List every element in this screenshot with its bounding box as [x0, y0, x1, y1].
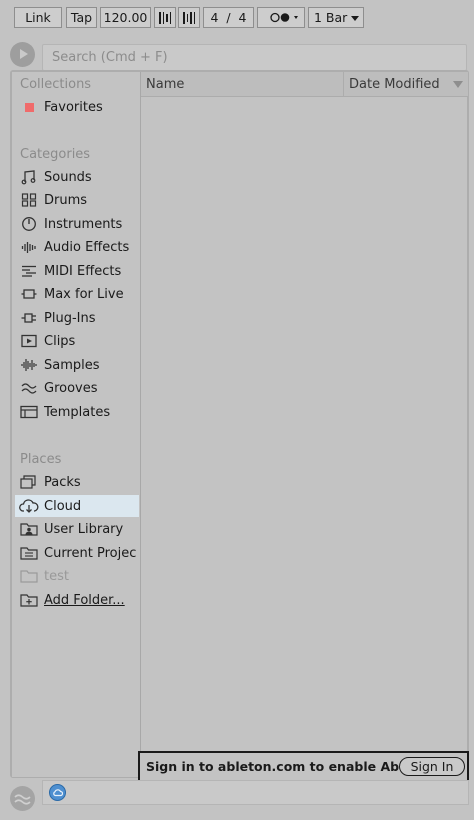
sign-in-message: Sign in to ableton.com to enable Ablet..… [146, 759, 433, 774]
packs-icon [19, 473, 39, 491]
column-header-date-modified[interactable]: Date Modified [344, 72, 468, 97]
section-header-collections: Collections [20, 77, 92, 92]
metronome-button[interactable] [257, 7, 305, 28]
sidebar-item-label: MIDI Effects [44, 263, 122, 279]
nudge-down-button[interactable] [154, 7, 176, 28]
knob-icon [19, 215, 39, 233]
drum-grid-icon [19, 191, 39, 209]
groove-wave-icon [14, 793, 31, 805]
sidebar-item-label: Samples [44, 357, 100, 373]
sidebar-item-plug-ins[interactable]: Plug-Ins [15, 307, 139, 329]
quantization-dropdown[interactable]: 1 Bar [308, 7, 364, 28]
sidebar-item-favorites[interactable]: Favorites [15, 96, 139, 118]
groove-pool-button[interactable] [10, 786, 35, 811]
audio-bars-icon [19, 238, 39, 256]
tempo-field[interactable]: 120.00 [100, 7, 151, 28]
plug-icon [19, 309, 39, 327]
nudge-up-button[interactable] [178, 7, 200, 28]
sidebar-item-user-library[interactable]: User Library [15, 518, 139, 540]
metronome-icon [270, 12, 298, 23]
sidebar-item-label: Max for Live [44, 286, 124, 302]
sidebar-item-label: Drums [44, 192, 88, 208]
note-icon [19, 168, 39, 186]
sidebar-item-label: Clips [44, 333, 76, 349]
transport-bar: Link Tap 120.00 4 / 4 1 Bar [0, 0, 474, 37]
sidebar-item-label: Add Folder... [44, 592, 125, 608]
midi-lines-icon [19, 262, 39, 280]
sidebar-item-samples[interactable]: Samples [15, 354, 139, 376]
quantization-value: 1 Bar [314, 10, 348, 25]
sidebar-item-current-project[interactable]: Current Projec [15, 542, 139, 564]
tap-tempo-button[interactable]: Tap [66, 7, 97, 28]
sidebar-item-label: Grooves [44, 380, 98, 396]
sidebar-item-grooves[interactable]: Grooves [15, 377, 139, 399]
add-folder-icon [19, 591, 39, 609]
sidebar-item-instruments[interactable]: Instruments [15, 213, 139, 235]
sidebar-item-packs[interactable]: Packs [15, 471, 139, 493]
sidebar-item-clips[interactable]: Clips [15, 330, 139, 352]
browser-content-list[interactable]: Name Date Modified [140, 72, 468, 777]
sidebar-item-label: Cloud [44, 498, 82, 514]
sidebar-item-templates[interactable]: Templates [15, 401, 139, 423]
nudge-up-icon [183, 8, 195, 27]
sidebar-item-cloud[interactable]: Cloud [15, 495, 139, 517]
project-folder-icon [19, 544, 39, 562]
add-folder-button[interactable]: Add Folder... [15, 589, 139, 611]
cloud-download-icon [19, 497, 39, 515]
sign-in-banner: Sign in to ableton.com to enable Ablet..… [138, 751, 469, 782]
chevron-down-icon [351, 16, 359, 21]
sidebar-item-label: Packs [44, 474, 81, 490]
section-header-places: Places [20, 452, 62, 467]
column-header-name[interactable]: Name [141, 72, 344, 97]
column-header-label: Date Modified [349, 77, 440, 92]
nudge-down-icon [159, 8, 171, 27]
sidebar-item-label: Favorites [44, 99, 103, 115]
sign-in-button[interactable]: Sign In [399, 757, 465, 776]
sidebar-item-label: Templates [44, 404, 111, 420]
sidebar-item-label: Sounds [44, 169, 92, 185]
sidebar-item-label: test [44, 568, 69, 584]
cloud-status-icon[interactable] [49, 784, 66, 801]
sidebar-item-audio-effects[interactable]: Audio Effects [15, 236, 139, 258]
sidebar-item-label: Audio Effects [44, 239, 130, 255]
groove-wave-icon [19, 379, 39, 397]
search-box[interactable] [42, 44, 467, 71]
waveform-icon [19, 356, 39, 374]
sidebar-item-label: Current Projec [44, 545, 137, 561]
browser-sidebar: Collections Favorites Categories Sounds … [12, 72, 140, 777]
sidebar-item-label: Plug-Ins [44, 310, 96, 326]
sidebar-item-test[interactable]: test [15, 565, 139, 587]
play-box-icon [19, 332, 39, 350]
favorite-color-icon [19, 98, 39, 116]
sort-down-icon [453, 81, 463, 88]
sidebar-item-drums[interactable]: Drums [15, 189, 139, 211]
template-icon [19, 403, 39, 421]
sidebar-item-label: Instruments [44, 216, 123, 232]
preview-play-button[interactable] [10, 42, 35, 67]
folder-icon [19, 567, 39, 585]
sidebar-item-sounds[interactable]: Sounds [15, 166, 139, 188]
section-header-categories: Categories [20, 147, 91, 162]
status-bar [42, 780, 469, 805]
time-signature-field[interactable]: 4 / 4 [203, 7, 254, 28]
user-folder-icon [19, 520, 39, 538]
sidebar-item-midi-effects[interactable]: MIDI Effects [15, 260, 139, 282]
sidebar-item-max-for-live[interactable]: Max for Live [15, 283, 139, 305]
search-input[interactable] [43, 45, 466, 70]
max-device-icon [19, 285, 39, 303]
link-button[interactable]: Link [14, 7, 62, 28]
sidebar-item-label: User Library [44, 521, 124, 537]
